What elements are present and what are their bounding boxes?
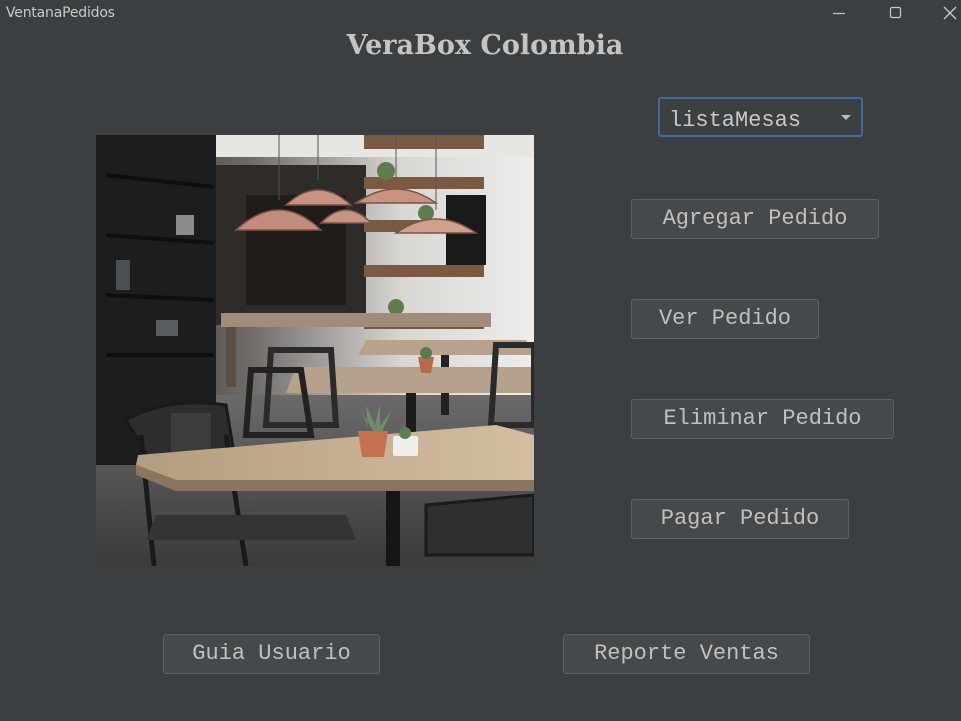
cafe-tables-photo (96, 135, 534, 566)
eliminar-pedido-button[interactable]: Eliminar Pedido (631, 399, 894, 439)
reporte-ventas-button[interactable]: Reporte Ventas (563, 634, 810, 674)
pagar-pedido-button[interactable]: Pagar Pedido (631, 499, 849, 539)
mesas-combobox-value: listaMesas (669, 108, 802, 133)
window-title: VentanaPedidos (6, 5, 115, 21)
agregar-pedido-button[interactable]: Agregar Pedido (631, 199, 879, 239)
minimize-button[interactable] (816, 0, 862, 28)
close-icon (943, 6, 957, 20)
ver-pedido-button[interactable]: Ver Pedido (631, 299, 819, 339)
cafe-photo-illustration (96, 135, 534, 566)
minimize-icon (833, 12, 845, 15)
maximize-button[interactable] (872, 0, 918, 28)
pedidos-window: VentanaPedidos VeraBox Colombia listaMes… (0, 0, 961, 721)
close-button[interactable] (927, 0, 961, 28)
chevron-down-icon (841, 115, 851, 120)
guia-usuario-button[interactable]: Guia Usuario (163, 634, 380, 674)
maximize-icon (889, 6, 902, 19)
mesas-combobox[interactable]: listaMesas (658, 97, 863, 137)
title-bar: VentanaPedidos (0, 0, 961, 28)
app-title: VeraBox Colombia (346, 30, 624, 61)
